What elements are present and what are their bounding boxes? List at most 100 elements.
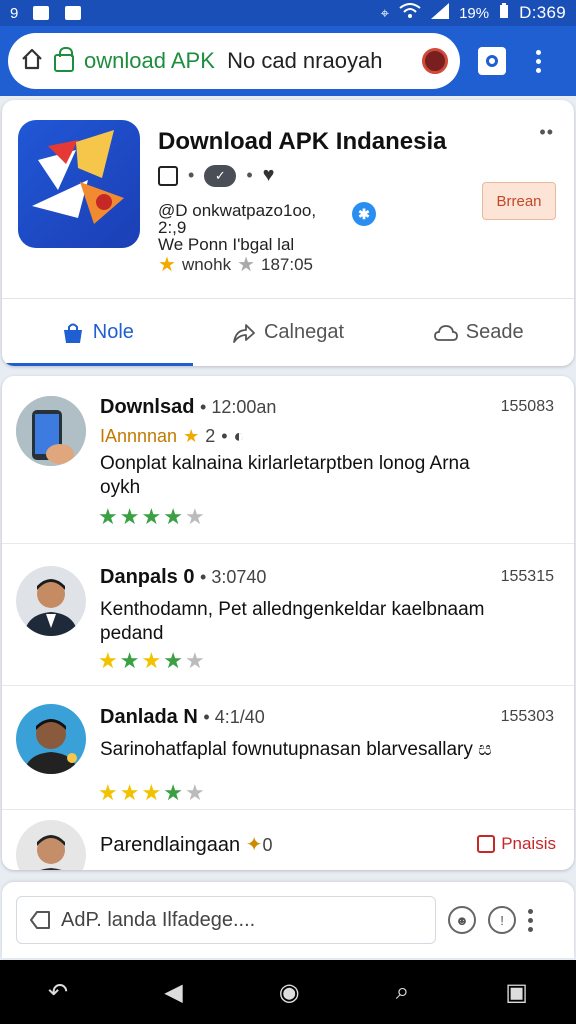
globe-icon: ◐: [233, 426, 245, 446]
more-options-button[interactable]: ••: [539, 122, 554, 143]
report-button[interactable]: Pnaisis: [477, 834, 556, 854]
url-bar[interactable]: ownload APK No cad nraoyah: [8, 33, 460, 89]
tab-label: Calnegat: [263, 321, 345, 343]
review-time: 0: [262, 835, 273, 855]
review-stars: ★ ★ ★ ★ ★: [98, 504, 205, 530]
install-button[interactable]: Brrean: [482, 182, 556, 220]
signal-percent: 19%: [459, 4, 490, 22]
review-item[interactable]: Danpals 0 • 3:0740 155315 Kenthodamn, Pe…: [2, 544, 574, 686]
star-icon: ★: [163, 780, 183, 805]
voice-button-icon[interactable]: !: [488, 906, 516, 934]
review-sub-number: 2: [205, 426, 216, 446]
star-empty-icon: ★: [184, 504, 205, 529]
review-time: 12:00an: [211, 397, 277, 417]
review-item[interactable]: Danlada N • 4:1/40 155303 Sarinohatfapla…: [2, 686, 574, 810]
app-header-card: Download APK Indanesia •• • ✓ • ♥ @D onk…: [2, 100, 574, 366]
review-count: 155315: [500, 568, 554, 585]
comment-menu-icon[interactable]: [528, 908, 533, 932]
app-logo: [18, 120, 140, 248]
star-icon: ★: [119, 504, 140, 529]
image-notification-icon: [64, 5, 82, 21]
tab-label: Nole: [92, 321, 134, 343]
report-icon: [477, 835, 496, 853]
url-path: No cad nraoyah: [227, 48, 383, 73]
star-icon: ★: [141, 504, 162, 529]
undo-icon[interactable]: ↶: [48, 978, 68, 1007]
wifi-icon: [399, 3, 421, 23]
browser-toolbar: ownload APK No cad nraoyah: [0, 26, 576, 96]
review-list: Downlsad • 12:00an 155083 IAnnnnan ★ 2 •…: [2, 376, 574, 870]
review-author: Parendlaingaan: [100, 834, 241, 856]
avatar[interactable]: [16, 566, 86, 636]
battery-icon: [499, 3, 509, 23]
verified-badge-icon: ✱: [352, 202, 376, 226]
star-empty-icon: ★: [184, 648, 205, 673]
home-icon[interactable]: [20, 47, 44, 76]
tab-seade[interactable]: Seade: [383, 299, 574, 366]
screenshot-button[interactable]: [472, 41, 512, 81]
comment-input[interactable]: AdP. landa Ilfadege....: [16, 896, 436, 944]
recent-apps-icon[interactable]: ▣: [505, 978, 528, 1007]
app-badges: • ✓ • ♥: [158, 164, 275, 187]
url-domain: ownload APK: [84, 48, 215, 73]
review-stars: ★ ★ ★ ★ ★: [98, 648, 205, 674]
review-count: 155083: [500, 398, 554, 415]
back-icon[interactable]: ◀: [164, 978, 182, 1007]
url-text[interactable]: ownload APK No cad nraoyah: [84, 48, 412, 74]
rating-value: 187:05: [261, 254, 314, 274]
comment-placeholder: AdP. landa Ilfadege....: [61, 908, 256, 931]
star-icon: ★: [158, 254, 176, 276]
tab-nole[interactable]: Nole: [2, 299, 193, 366]
cell-signal-icon: [431, 3, 450, 23]
star-icon: ★: [183, 426, 200, 446]
avatar[interactable]: [16, 704, 86, 774]
gallery-icon: [158, 165, 178, 186]
home-nav-icon[interactable]: ◉: [279, 978, 300, 1007]
review-text: Sarinohatfaplal fownutupnasan blarvesall…: [100, 739, 492, 760]
app-meta-line2: We Ponn I'bgal lal: [158, 235, 295, 254]
share-icon: [233, 323, 255, 343]
review-text: Oonplat kalnaina kirlarletarptben lonog …: [100, 453, 470, 498]
app-meta: @D onkwatpazo1oo, 2:,9 We Ponn I'bgal la…: [158, 202, 348, 253]
report-label: Pnaisis: [501, 834, 556, 853]
location-icon: ⌖: [380, 4, 390, 22]
star-icon: ★: [163, 648, 183, 673]
review-subtitle: IAnnnnan: [100, 426, 178, 446]
browser-menu-button[interactable]: [518, 41, 558, 81]
avatar[interactable]: [16, 820, 86, 870]
status-left-glyph: 9: [10, 4, 19, 22]
emoji-button-icon[interactable]: ☻: [448, 906, 476, 934]
star-icon: ★: [141, 648, 162, 673]
review-item[interactable]: Downlsad • 12:00an 155083 IAnnnnan ★ 2 •…: [2, 376, 574, 544]
status-bar: 9 ⌖ 19% D:369: [0, 0, 576, 26]
review-time: 4:1/40: [214, 707, 265, 727]
app-rating: ★ wnohk ★ 187:05: [158, 252, 313, 277]
star-icon: ★: [119, 648, 140, 673]
tab-bar: Nole Calnegat Seade: [2, 298, 574, 366]
tag-icon: [30, 911, 50, 929]
emoji-icon: ✦: [245, 834, 263, 856]
star-icon: ★: [119, 780, 140, 805]
verified-pill-icon: ✓: [204, 164, 237, 187]
clock: D:369: [519, 3, 566, 22]
review-item[interactable]: Parendlaingaan ✦0 Pnaisis: [2, 810, 574, 870]
star-icon: ★: [141, 780, 162, 805]
record-icon[interactable]: [422, 48, 448, 74]
system-nav-bar: ↶ ◀ ◉ ⌕ ▣: [0, 960, 576, 1024]
review-count: 155303: [500, 708, 554, 725]
star-icon: ★: [163, 504, 183, 529]
tab-calnegat[interactable]: Calnegat: [193, 299, 384, 366]
star-empty-icon: ★: [237, 254, 256, 276]
camera-icon: [478, 47, 506, 75]
review-author: Downlsad: [100, 396, 195, 418]
review-text: Kenthodamn, Pet alledngenkeldar kaelbnaa…: [100, 599, 485, 644]
search-icon[interactable]: ⌕: [396, 978, 409, 1006]
cloud-icon: [433, 324, 458, 341]
star-icon: ★: [98, 780, 118, 805]
heart-icon[interactable]: ♥: [263, 164, 275, 187]
review-author: Danlada N: [100, 706, 198, 728]
app-title: Download APK Indanesia: [158, 128, 447, 155]
avatar[interactable]: [16, 396, 86, 466]
app-meta-line1: @D onkwatpazo1oo, 2:,9: [158, 201, 317, 237]
review-time: 3:0740: [211, 567, 267, 587]
